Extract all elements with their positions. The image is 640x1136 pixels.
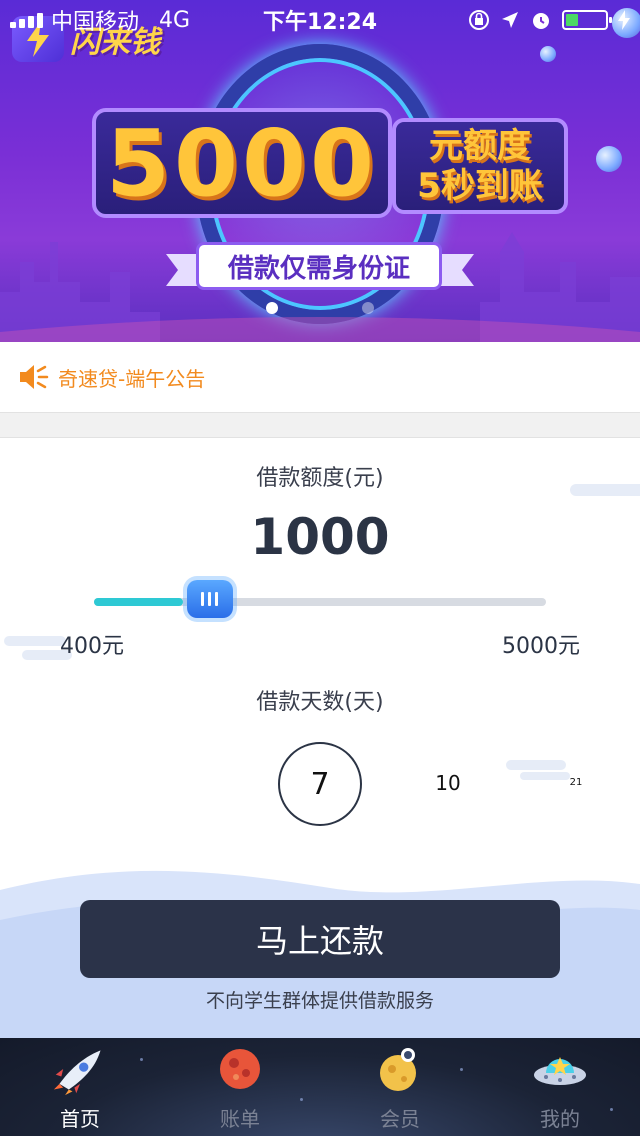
promo-tagline-panel: 元额度 5秒到账 <box>392 118 568 214</box>
carrier-name: 中国移动 <box>51 10 140 35</box>
astronaut-moon-icon <box>372 1041 428 1097</box>
announcement-bar[interactable]: 奇速贷-端午公告 <box>0 342 640 412</box>
promo-ribbon: 借款仅需身份证 <box>196 242 442 290</box>
promo-banner[interactable]: 闪来钱 5000 元额度 5秒到账 借款仅需身份证 中国移动 4G 下午12:2… <box>0 0 640 342</box>
tab-label: 首页 <box>60 1107 100 1131</box>
location-arrow-icon <box>502 12 518 28</box>
carousel-dots <box>0 302 640 314</box>
bottom-tab-bar: 首页 账单 会员 我的 <box>0 1038 640 1136</box>
day-option[interactable]: 10 <box>424 768 472 798</box>
tab-home[interactable]: 首页 <box>0 1038 160 1136</box>
student-disclaimer: 不向学生群体提供借款服务 <box>205 990 434 1012</box>
rotation-lock-icon <box>469 10 489 30</box>
status-bar: 中国移动 4G 下午12:24 <box>0 0 640 40</box>
amount-slider-thumb[interactable] <box>186 580 233 618</box>
loan-days-label: 借款天数(天) <box>256 690 384 715</box>
tab-profile[interactable]: 我的 <box>480 1038 640 1136</box>
amount-slider-track[interactable] <box>94 580 546 618</box>
loan-amount-value: 1000 <box>250 508 390 566</box>
loan-amount-label: 借款额度(元) <box>256 466 384 491</box>
charging-bolt-icon <box>618 10 630 30</box>
tab-label: 我的 <box>540 1107 580 1131</box>
tab-label: 账单 <box>220 1107 260 1131</box>
section-divider <box>0 412 640 438</box>
promo-tagline-1: 元额度 <box>429 126 531 166</box>
banner-bubble <box>540 46 556 62</box>
alarm-clock-icon <box>533 13 549 29</box>
promo-amount-panel: 5000 <box>92 108 392 218</box>
planet-icon <box>212 1041 268 1097</box>
amount-min-label: 400元 <box>60 634 124 659</box>
battery-icon <box>562 10 612 30</box>
announcement-text[interactable]: 奇速贷-端午公告 <box>58 363 205 392</box>
loan-days-picker[interactable]: 7 10 21 <box>0 740 640 830</box>
repay-now-button[interactable]: 马上还款 <box>80 900 560 978</box>
tab-membership[interactable]: 会员 <box>320 1038 480 1136</box>
day-option-selected[interactable]: 7 <box>278 742 362 826</box>
carousel-dot-active[interactable] <box>266 302 278 314</box>
network-type: 4G <box>159 7 191 33</box>
tab-bills[interactable]: 账单 <box>160 1038 320 1136</box>
speaker-icon <box>20 365 49 389</box>
promo-tagline-2: 5秒到账 <box>417 166 543 206</box>
signal-strength-icon <box>10 12 43 28</box>
rocket-icon <box>52 1041 108 1097</box>
ufo-icon <box>532 1041 588 1097</box>
amount-slider-fill <box>94 598 183 606</box>
amount-max-label: 5000元 <box>502 634 580 659</box>
banner-bubble <box>596 146 622 172</box>
cloud-decoration <box>4 636 66 646</box>
tab-label: 会员 <box>380 1107 420 1131</box>
promo-amount: 5000 <box>105 109 379 217</box>
carousel-dot[interactable] <box>362 302 374 314</box>
day-option[interactable]: 21 <box>562 774 590 790</box>
